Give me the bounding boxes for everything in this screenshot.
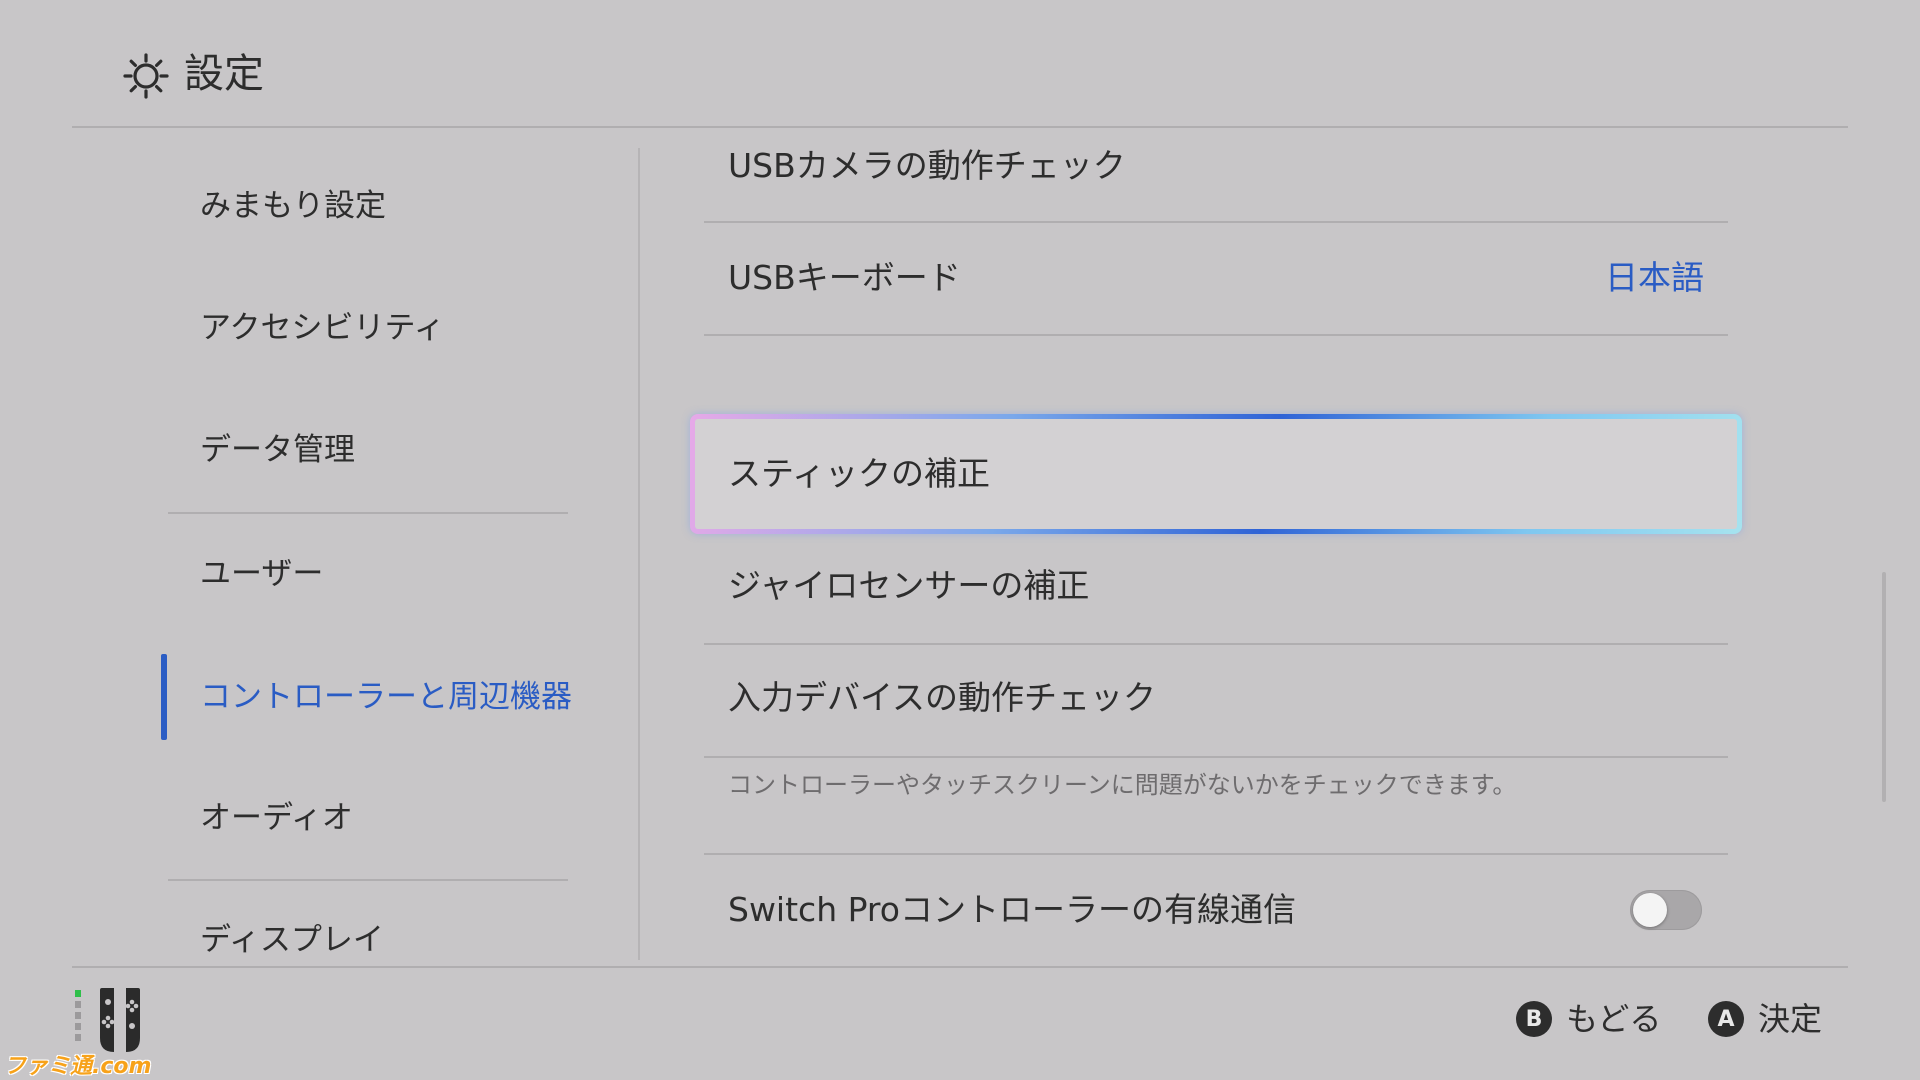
row-divider [704,221,1728,223]
setting-row-usb-camera-test[interactable]: USBカメラの動作チェック [704,144,1728,220]
sidebar-item-display[interactable]: ディスプレイ [200,910,384,970]
sidebar-item-accessibility[interactable]: アクセシビリティ [200,298,445,358]
setting-label: Switch Proコントローラーの有線通信 [728,890,1296,929]
back-label: もどる [1566,1000,1662,1038]
sidebar: みまもり設定 アクセシビリティ データ管理 ユーザー コントローラーと周辺機器 … [0,128,640,968]
setting-row-calibrate-sticks[interactable]: スティックの補正 [704,414,1728,534]
row-divider [704,334,1728,336]
confirm-label: 決定 [1758,1000,1823,1038]
sidebar-item-controllers-and-sensors[interactable]: コントローラーと周辺機器 [200,667,572,727]
gear-icon [123,53,169,99]
setting-row-test-input-devices[interactable]: 入力デバイスの動作チェック [704,660,1728,756]
page-title: 設定 [184,51,264,97]
wired-communication-toggle[interactable] [1630,890,1702,930]
joycon-icon [75,988,140,1052]
setting-row-pro-controller-wired[interactable]: Switch Proコントローラーの有線通信 [704,866,1728,956]
footer-divider [72,966,1848,968]
pane-divider [638,148,640,960]
setting-description: コントローラーやタッチスクリーンに問題がないかをチェックできます。 [728,771,1517,799]
setting-label: USBキーボード [728,258,961,297]
setting-row-usb-keyboard[interactable]: USBキーボード 日本語 [704,238,1728,334]
setting-value: 日本語 [1605,258,1704,297]
sidebar-active-indicator [161,654,167,740]
row-divider [704,853,1728,855]
b-button-icon: B [1516,1001,1552,1037]
sidebar-divider [168,512,568,514]
setting-label: 入力デバイスの動作チェック [728,678,1157,717]
setting-label: スティックの補正 [728,454,991,493]
setting-label: USBカメラの動作チェック [728,146,1126,185]
header: 設定 [0,0,1920,128]
setting-label: ジャイロセンサーの補正 [728,566,1090,605]
confirm-button[interactable]: A 決定 [1708,998,1822,1040]
sidebar-item-users[interactable]: ユーザー [200,544,323,604]
toggle-knob [1633,893,1667,927]
row-divider [704,643,1728,645]
row-divider [704,756,1728,758]
sidebar-item-audio[interactable]: オーディオ [200,788,353,848]
sidebar-item-data-management[interactable]: データ管理 [200,420,355,480]
sidebar-item-parental-controls[interactable]: みまもり設定 [200,176,386,236]
a-button-icon: A [1708,1001,1744,1037]
setting-row-calibrate-motion-controls[interactable]: ジャイロセンサーの補正 [704,548,1728,644]
back-button[interactable]: B もどる [1516,998,1661,1040]
settings-screen: 設定 みまもり設定 アクセシビリティ データ管理 ユーザー コントローラーと周辺… [0,0,1920,1080]
watermark-logo: ファミ通.com [4,1054,152,1079]
sidebar-divider [168,879,568,881]
scrollbar[interactable] [1882,572,1886,802]
